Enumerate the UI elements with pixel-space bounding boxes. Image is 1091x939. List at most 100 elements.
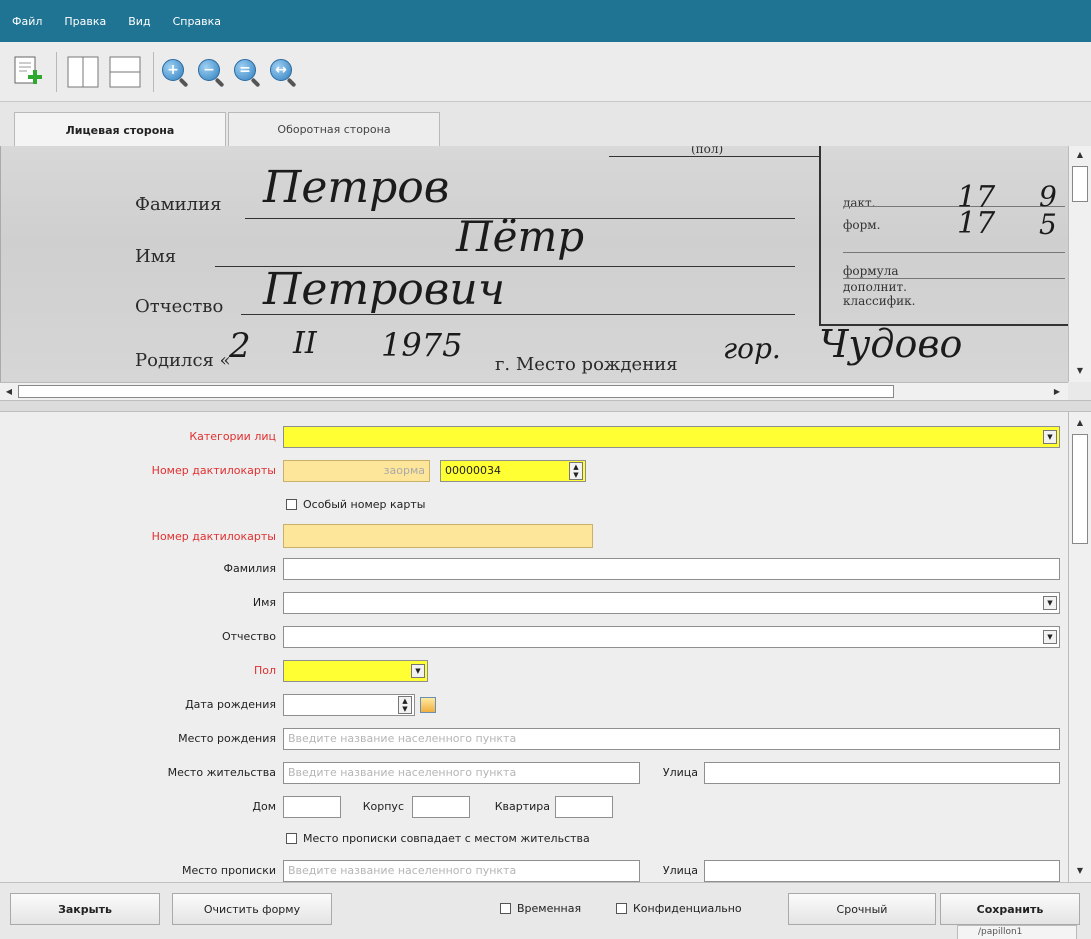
urgent-button[interactable]: Срочный: [788, 893, 936, 925]
scan-hw-place: Чудово: [819, 322, 963, 366]
status-bar: /papillon1: [957, 925, 1077, 939]
close-button[interactable]: Закрыть: [10, 893, 160, 925]
house-label: Дом: [252, 800, 276, 813]
scan-hw-place-prefix: гор.: [723, 332, 781, 365]
scan-hw-name: Пётр: [456, 212, 585, 261]
split-horizontal-icon: [109, 56, 141, 87]
temporary-checkbox[interactable]: Временная: [500, 902, 581, 915]
scan-side-formula: формула: [843, 264, 899, 278]
surname-label: Фамилия: [223, 562, 276, 575]
calendar-icon[interactable]: [420, 697, 436, 713]
tab-front-side[interactable]: Лицевая сторона: [14, 112, 226, 147]
house-input[interactable]: [283, 796, 341, 818]
card-number-prefix[interactable]: заорма: [283, 460, 430, 482]
menu-edit[interactable]: Правка: [64, 15, 106, 28]
scan-label-surname: Фамилия: [135, 194, 222, 215]
card-number2-input[interactable]: [283, 524, 593, 548]
form-vertical-scrollbar[interactable]: ▲ ▼: [1068, 412, 1091, 882]
checkbox-icon[interactable]: [616, 903, 627, 914]
scan-side-dop1: дополнит.: [843, 280, 907, 294]
scan-hw-day: 2: [229, 326, 251, 366]
card-number-input[interactable]: 00000034 ▲ ▼: [440, 460, 586, 482]
scan-side-v2: 17: [957, 206, 996, 241]
bottom-bar: Закрыть Очистить форму Временная Конфиде…: [0, 882, 1091, 939]
birth-place-label: Место рождения: [178, 732, 276, 745]
category-select[interactable]: ▼: [283, 426, 1060, 448]
residence-street-input[interactable]: [704, 762, 1060, 784]
checkbox-icon[interactable]: [500, 903, 511, 914]
scan-top-fragment: (пол): [691, 146, 724, 156]
scan-hw-surname: Петров: [263, 162, 450, 213]
birth-date-input[interactable]: ▲ ▼: [283, 694, 415, 716]
split-vertical-button[interactable]: [63, 50, 103, 94]
chevron-down-icon[interactable]: ▼: [1043, 430, 1057, 444]
card-number-label: Номер дактилокарты: [151, 464, 276, 477]
residence-input[interactable]: Введите название населенного пункта: [283, 762, 640, 784]
checkbox-icon[interactable]: [286, 499, 297, 510]
checkbox-icon[interactable]: [286, 833, 297, 844]
spinner-icon[interactable]: ▲ ▼: [398, 696, 412, 714]
confidential-checkbox[interactable]: Конфиденциально: [616, 902, 742, 915]
toolbar-separator: [56, 51, 57, 92]
scan-horizontal-scrollbar[interactable]: ◀ ▶: [0, 382, 1068, 400]
residence-street-label: Улица: [662, 766, 698, 779]
zoom-actual-button[interactable]: =: [232, 57, 262, 87]
scan-label-born-place: г. Место рождения: [495, 354, 678, 375]
menu-file[interactable]: Файл: [12, 15, 42, 28]
scan-hw-patronymic: Петрович: [263, 264, 506, 315]
same-address-checkbox[interactable]: Место прописки совпадает с местом житель…: [286, 832, 590, 845]
new-card-button[interactable]: [8, 50, 48, 94]
new-document-icon: [14, 56, 42, 84]
special-number-checkbox[interactable]: Особый номер карты: [286, 498, 425, 511]
card-scan-image[interactable]: (пол) Фамилия Петров Имя Пётр Отчество П…: [0, 146, 1068, 382]
card-form: Категории лиц ▼ Номер дактилокарты заорм…: [0, 412, 1068, 882]
scan-hw-month: II: [293, 326, 317, 361]
split-vertical-icon: [67, 56, 99, 87]
chevron-down-icon[interactable]: ▼: [1043, 596, 1057, 610]
scan-hscroll-thumb[interactable]: [18, 385, 894, 398]
scan-side-dop2: классифик.: [843, 294, 916, 308]
name-select[interactable]: ▼: [283, 592, 1060, 614]
sex-select[interactable]: ▼: [283, 660, 428, 682]
scroll-right-icon[interactable]: ▶: [1050, 385, 1064, 399]
split-horizontal-button[interactable]: [105, 50, 145, 94]
zoom-fit-button[interactable]: ↔: [268, 57, 298, 87]
save-button[interactable]: Сохранить: [940, 893, 1080, 925]
registration-input[interactable]: Введите название населенного пункта: [283, 860, 640, 882]
scan-vertical-scrollbar[interactable]: ▲ ▼: [1068, 146, 1091, 382]
menu-help[interactable]: Справка: [173, 15, 221, 28]
surname-input[interactable]: [283, 558, 1060, 580]
card-number2-label: Номер дактилокарты: [151, 530, 276, 543]
scroll-down-icon[interactable]: ▼: [1073, 364, 1087, 378]
toolbar: + − = ↔: [0, 42, 1091, 102]
scan-vscroll-thumb[interactable]: [1072, 166, 1088, 202]
scroll-up-icon[interactable]: ▲: [1073, 148, 1087, 162]
pane-splitter[interactable]: [0, 400, 1091, 412]
menu-view[interactable]: Вид: [128, 15, 150, 28]
scan-hw-year: 1975: [381, 326, 463, 364]
korpus-input[interactable]: [412, 796, 470, 818]
scan-side-v4: 5: [1039, 208, 1057, 241]
scroll-left-icon[interactable]: ◀: [2, 385, 16, 399]
apartment-input[interactable]: [555, 796, 613, 818]
birth-place-input[interactable]: Введите название населенного пункта: [283, 728, 1060, 750]
patronymic-select[interactable]: ▼: [283, 626, 1060, 648]
residence-label: Место жительства: [167, 766, 276, 779]
sex-label: Пол: [253, 664, 276, 677]
clear-form-button[interactable]: Очистить форму: [172, 893, 332, 925]
form-vscroll-thumb[interactable]: [1072, 434, 1088, 544]
spinner-icon[interactable]: ▲ ▼: [569, 462, 583, 480]
menubar: Файл Правка Вид Справка: [0, 0, 1091, 42]
scroll-down-icon[interactable]: ▼: [1073, 864, 1087, 878]
category-label: Категории лиц: [189, 430, 276, 443]
scroll-up-icon[interactable]: ▲: [1073, 416, 1087, 430]
tab-back-side[interactable]: Оборотная сторона: [228, 112, 440, 146]
chevron-down-icon[interactable]: ▼: [411, 664, 425, 678]
birth-date-label: Дата рождения: [185, 698, 276, 711]
zoom-in-button[interactable]: +: [160, 57, 190, 87]
chevron-down-icon[interactable]: ▼: [1043, 630, 1057, 644]
registration-street-input[interactable]: [704, 860, 1060, 882]
zoom-out-button[interactable]: −: [196, 57, 226, 87]
scan-label-name: Имя: [135, 246, 177, 267]
patronymic-label: Отчество: [221, 630, 276, 643]
